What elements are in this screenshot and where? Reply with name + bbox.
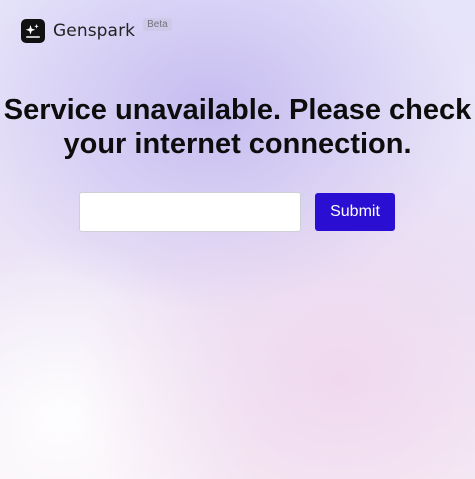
sparkle-icon[interactable] <box>21 19 45 43</box>
header: Genspark Beta <box>21 17 172 43</box>
beta-badge: Beta <box>143 17 172 31</box>
error-message: Service unavailable. Please check your i… <box>3 94 472 160</box>
sparkle-icon-glyph <box>25 24 40 38</box>
submit-button[interactable]: Submit <box>315 193 395 231</box>
text-input[interactable] <box>79 192 301 232</box>
brand-name[interactable]: Genspark <box>53 21 135 41</box>
input-form: Submit <box>79 192 395 232</box>
